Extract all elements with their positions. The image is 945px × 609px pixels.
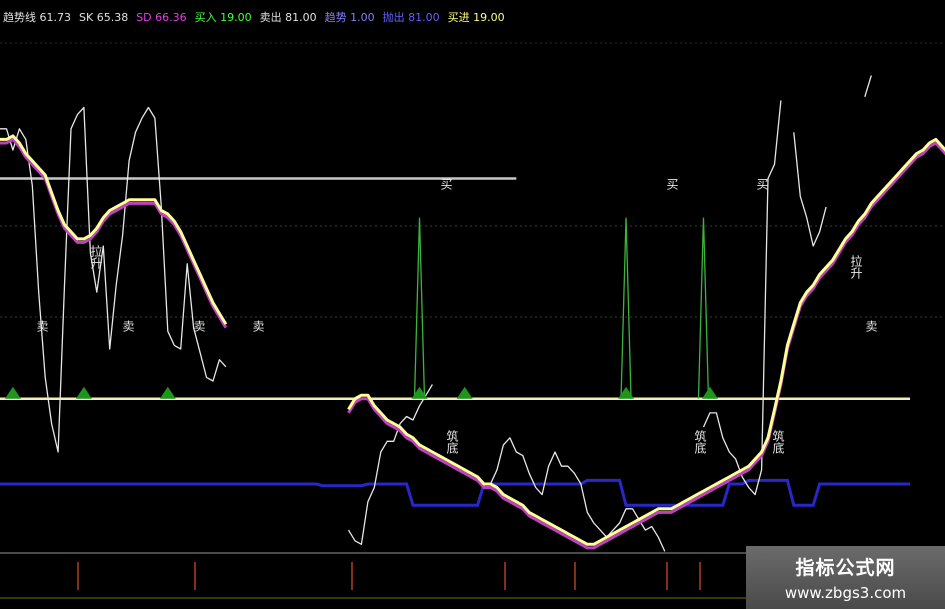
buy-triangle-2 bbox=[159, 386, 176, 399]
grid-lines bbox=[0, 42, 945, 599]
buy-spike-0 bbox=[413, 217, 426, 399]
buy-label-1: 买 bbox=[439, 178, 453, 190]
trend-zone-line bbox=[0, 478, 910, 507]
legend-item-buy: 买入 19.00 bbox=[194, 11, 252, 24]
bottom-label-1: 筑底 bbox=[445, 429, 459, 455]
legend-item-buyin: 买进 19.00 bbox=[447, 11, 505, 24]
buy-triangle-4 bbox=[456, 386, 473, 399]
buy-triangle-3 bbox=[411, 386, 428, 399]
pullup-label-2: 拉升 bbox=[849, 254, 863, 279]
bottom-label-3: 筑底 bbox=[771, 429, 785, 455]
sell-label-4: 卖 bbox=[251, 320, 265, 333]
legend-item-trend: 趋势线 61.73 bbox=[3, 11, 71, 24]
buy-triangle-6 bbox=[701, 386, 718, 399]
sell-label-5: 卖 bbox=[864, 320, 878, 333]
legend-item-throw: 抛出 81.00 bbox=[382, 11, 440, 24]
pullup-label-1: 拉升 bbox=[89, 244, 103, 269]
buy-spike-2 bbox=[697, 217, 710, 399]
sell-label-1: 卖 bbox=[35, 320, 49, 333]
sell-label-3: 卖 bbox=[192, 320, 206, 333]
series-line-0 bbox=[0, 75, 872, 552]
buy-triangle-1 bbox=[75, 386, 92, 399]
indicator-legend: 趋势线 61.73 SK 65.38 SD 66.36 买入 19.00 卖出 … bbox=[0, 0, 945, 34]
volume-strip bbox=[77, 562, 759, 590]
buy-triangle-5 bbox=[618, 386, 635, 399]
watermark-title: 指标公式网 bbox=[795, 557, 896, 579]
buy-label-3: 买 bbox=[755, 178, 769, 190]
buy-spike-1 bbox=[620, 217, 632, 399]
indicator-chart: 卖 卖 卖 卖 卖 买 买 买拉升 拉升筑底 筑底 筑底 bbox=[0, 42, 945, 599]
indicator-lines bbox=[0, 75, 945, 552]
watermark-url: www.zbgs3.com bbox=[784, 584, 907, 602]
legend-item-sk: SK 65.38 bbox=[79, 10, 129, 24]
sell-label-2: 卖 bbox=[121, 320, 135, 333]
bottom-label-2: 筑底 bbox=[693, 429, 707, 455]
buy-label-2: 买 bbox=[665, 178, 679, 190]
site-watermark: 指标公式网 www.zbgs3.com bbox=[746, 546, 945, 609]
legend-item-sell: 卖出 81.00 bbox=[259, 11, 317, 24]
buy-triangle-0 bbox=[4, 386, 21, 399]
legend-item-trend-flag: 趋势 1.00 bbox=[324, 11, 375, 24]
legend-item-sd: SD 66.36 bbox=[136, 10, 187, 24]
